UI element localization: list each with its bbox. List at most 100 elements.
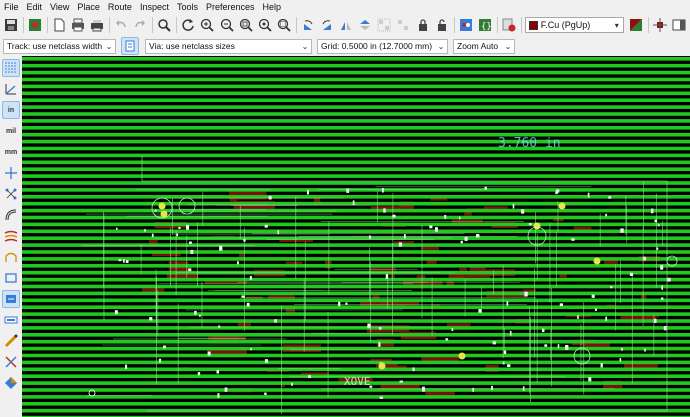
print-icon[interactable]: [70, 16, 86, 34]
units-inches-button[interactable]: in: [2, 101, 20, 119]
pad: [654, 318, 657, 323]
active-layer-select[interactable]: F.Cu (PgUp) ▾: [524, 17, 624, 33]
layer-pair-icon[interactable]: [628, 16, 644, 34]
polar-coords-icon[interactable]: [2, 80, 20, 98]
save-icon[interactable]: [3, 16, 19, 34]
pad: [383, 208, 386, 213]
zoom-out-icon[interactable]: [219, 16, 235, 34]
copper-stripe: [22, 277, 690, 282]
via-display-icon[interactable]: [2, 290, 20, 308]
menu-file[interactable]: File: [0, 0, 23, 14]
copper-stripe: [22, 326, 690, 330]
pad: [178, 226, 181, 230]
pad: [277, 230, 280, 235]
copper-stripe: [22, 77, 690, 82]
unlock-icon[interactable]: [434, 16, 450, 34]
svg-text:{}: {}: [481, 22, 492, 32]
lock-icon[interactable]: [415, 16, 431, 34]
board-setup-icon[interactable]: [27, 16, 43, 34]
menu-preferences[interactable]: Preferences: [202, 0, 259, 14]
pad: [264, 392, 267, 396]
rotate-ccw-icon[interactable]: [300, 16, 316, 34]
copper-stripe: [22, 291, 690, 296]
drc-icon[interactable]: [501, 16, 517, 34]
menu-edit[interactable]: Edit: [23, 0, 47, 14]
plot-icon[interactable]: [89, 16, 105, 34]
pad: [399, 380, 403, 383]
flip-icon[interactable]: [357, 16, 373, 34]
redo-icon[interactable]: [132, 16, 148, 34]
pad: [218, 325, 221, 328]
via-size-select[interactable]: Via: use netclass sizes ⌄: [145, 38, 312, 54]
units-mils-button[interactable]: mil: [2, 122, 20, 140]
track-display-icon[interactable]: [2, 311, 20, 329]
menu-route[interactable]: Route: [104, 0, 136, 14]
track-width-select[interactable]: Track: use netclass width ⌄: [3, 38, 116, 54]
curved-ratsnest-icon[interactable]: [2, 206, 20, 224]
units-mm-button[interactable]: mm: [2, 143, 20, 161]
scripting-icon[interactable]: {}: [477, 16, 493, 34]
pad: [412, 367, 415, 372]
netlist-icon[interactable]: [458, 16, 474, 34]
pad: [605, 213, 608, 217]
pcb-canvas[interactable]: 3.760 in XOVE: [22, 56, 690, 417]
zoom-fit-icon[interactable]: [238, 16, 254, 34]
pad: [367, 323, 371, 329]
pad: [591, 294, 595, 298]
pad: [484, 186, 487, 190]
ratsnest-icon[interactable]: [2, 185, 20, 203]
group-icon[interactable]: [376, 16, 392, 34]
via-marker: [160, 210, 168, 218]
new-page-icon[interactable]: [51, 16, 67, 34]
cursor-style-icon[interactable]: [2, 164, 20, 182]
zoom-selection-icon[interactable]: [276, 16, 292, 34]
pad: [605, 316, 608, 321]
zoom-in-icon[interactable]: [199, 16, 215, 34]
pad: [475, 234, 480, 238]
copper-stripe: [22, 112, 690, 116]
pad: [346, 188, 350, 193]
show-panel-icon[interactable]: [671, 16, 687, 34]
undo-icon[interactable]: [113, 16, 129, 34]
pad: [378, 327, 382, 330]
pad: [608, 196, 612, 199]
mirror-icon[interactable]: [338, 16, 354, 34]
zone-outline-icon[interactable]: [2, 248, 20, 266]
zoom-select[interactable]: Zoom Auto ⌄: [453, 38, 515, 54]
high-contrast-icon[interactable]: [2, 332, 20, 350]
menu-view[interactable]: View: [46, 0, 73, 14]
ungroup-icon[interactable]: [395, 16, 411, 34]
copper-area: [142, 288, 165, 292]
pad-display-icon[interactable]: [2, 269, 20, 287]
find-icon[interactable]: [156, 16, 172, 34]
rotate-cw-icon[interactable]: [319, 16, 335, 34]
appearance-panel-icon[interactable]: [2, 374, 20, 392]
layers-manager-icon[interactable]: [2, 353, 20, 371]
pad: [392, 214, 396, 218]
pad: [541, 328, 545, 333]
pad: [224, 387, 228, 392]
menu-inspect[interactable]: Inspect: [136, 0, 173, 14]
menu-place[interactable]: Place: [73, 0, 104, 14]
left-toolbar: in mil mm: [0, 56, 22, 417]
pad: [577, 315, 579, 319]
grid-select[interactable]: Grid: 0.5000 in (12.7000 mm) ⌄: [317, 38, 448, 54]
pad: [528, 223, 532, 226]
zone-fill-icon[interactable]: [2, 227, 20, 245]
menu-help[interactable]: Help: [259, 0, 286, 14]
pad: [491, 385, 493, 391]
pad: [306, 189, 309, 195]
pad: [594, 308, 597, 311]
copper-stripe: [22, 367, 690, 372]
auto-track-width-icon[interactable]: [121, 37, 139, 55]
grid-toggle-icon[interactable]: [2, 59, 20, 77]
menu-tools[interactable]: Tools: [173, 0, 202, 14]
zoom-objects-icon[interactable]: [257, 16, 273, 34]
pad: [264, 224, 268, 228]
copper-stripe: [22, 132, 690, 137]
refresh-icon[interactable]: [180, 16, 196, 34]
copper-stripe: [22, 63, 690, 68]
footprint-editor-icon[interactable]: [652, 16, 668, 34]
pad: [643, 256, 647, 261]
pad: [122, 259, 125, 263]
